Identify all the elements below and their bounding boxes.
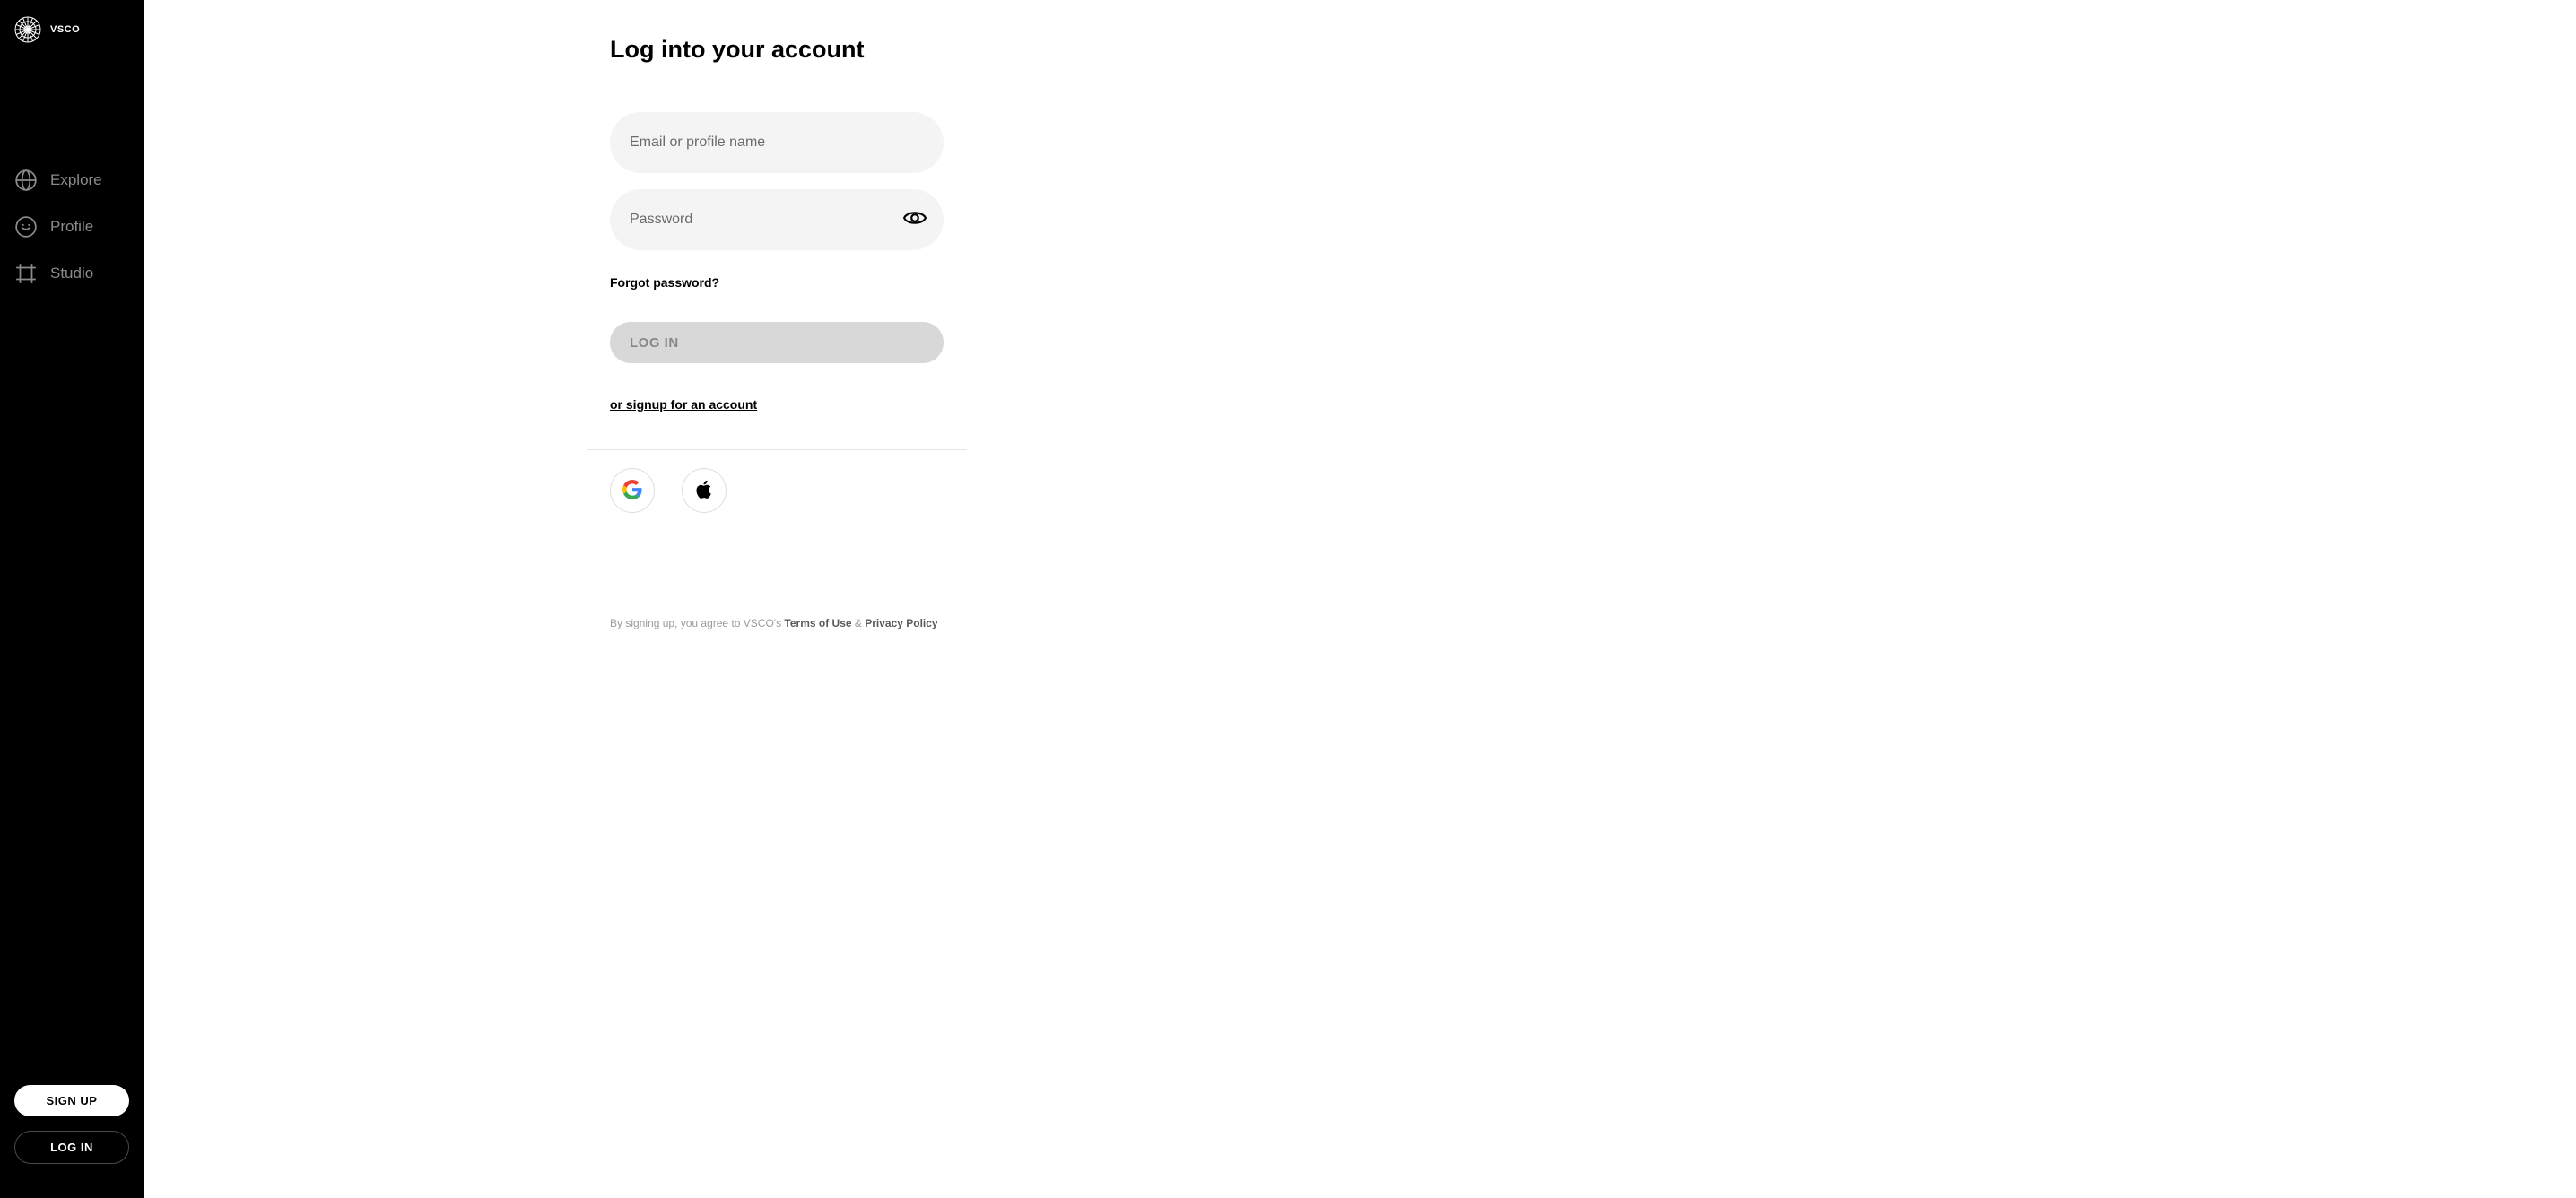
login-button-sidebar[interactable]: LOG IN: [14, 1131, 129, 1164]
eye-icon: [903, 206, 927, 234]
password-input[interactable]: [630, 212, 924, 228]
sidebar-actions: SIGN UP LOG IN: [0, 1085, 144, 1182]
google-login-button[interactable]: [610, 468, 655, 513]
signup-link[interactable]: or signup for an account: [610, 397, 944, 412]
globe-icon: [14, 169, 38, 192]
login-form: Forgot password? LOG IN or signup for an…: [610, 112, 944, 629]
google-icon: [622, 480, 642, 502]
social-login-row: [610, 468, 944, 513]
sidebar-item-label: Profile: [50, 218, 93, 236]
sidebar-item-explore[interactable]: Explore: [14, 169, 129, 192]
profile-icon: [14, 215, 38, 239]
logo[interactable]: VSCO: [0, 16, 144, 43]
privacy-policy-link[interactable]: Privacy Policy: [865, 617, 937, 629]
toggle-password-visibility[interactable]: [902, 207, 927, 232]
vsco-logo-icon: [14, 16, 41, 43]
sidebar-item-label: Studio: [50, 265, 93, 282]
sidebar: VSCO Explore Profile: [0, 0, 144, 1198]
crop-icon: [14, 262, 38, 285]
login-submit-button[interactable]: LOG IN: [610, 322, 944, 363]
sidebar-nav: Explore Profile: [0, 169, 144, 285]
sidebar-item-studio[interactable]: Studio: [14, 262, 129, 285]
forgot-password-link[interactable]: Forgot password?: [610, 275, 944, 290]
sidebar-item-profile[interactable]: Profile: [14, 215, 129, 239]
apple-icon: [693, 479, 715, 503]
sidebar-item-label: Explore: [50, 171, 102, 189]
page-title: Log into your account: [610, 36, 2576, 64]
email-field-wrapper: [610, 112, 944, 173]
main-content: Log into your account Forgot password? L…: [144, 0, 2576, 1198]
terms-footer: By signing up, you agree to VSCO's Terms…: [610, 617, 944, 629]
divider: [587, 449, 967, 450]
terms-of-use-link[interactable]: Terms of Use: [784, 617, 851, 629]
password-field-wrapper: [610, 189, 944, 250]
signup-button[interactable]: SIGN UP: [14, 1085, 129, 1116]
footer-prefix: By signing up, you agree to VSCO's: [610, 617, 784, 629]
email-input[interactable]: [630, 135, 924, 151]
brand-name: VSCO: [50, 24, 80, 35]
footer-amp: &: [852, 617, 866, 629]
apple-login-button[interactable]: [682, 468, 727, 513]
